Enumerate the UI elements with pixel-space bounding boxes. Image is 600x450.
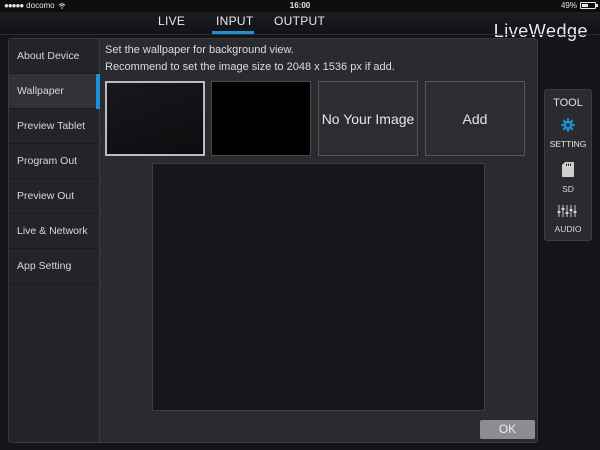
tab-live[interactable]: LIVE <box>158 14 185 28</box>
sidebar-item-about-device[interactable]: About Device <box>9 39 99 74</box>
sd-card-icon <box>562 162 574 177</box>
sidebar-item-label: Preview Out <box>17 190 75 202</box>
battery-percent: 49% <box>560 1 577 10</box>
audio-mixer-icon <box>557 205 577 217</box>
battery-icon <box>580 2 598 9</box>
settings-panel: About Device Wallpaper Preview Tablet Pr… <box>8 38 538 443</box>
ok-button[interactable]: OK <box>480 420 535 439</box>
tool-sd-button[interactable]: SD <box>545 162 591 194</box>
sidebar-item-label: About Device <box>17 50 80 62</box>
sidebar-item-label: Program Out <box>17 155 78 167</box>
wallpaper-description: Set the wallpaper for background view. <box>105 44 294 56</box>
tool-panel: TOOL SETTING SD AUDIO <box>544 89 592 241</box>
wallpaper-tile-no-image[interactable]: No Your Image <box>318 81 418 156</box>
tab-output[interactable]: OUTPUT <box>274 14 325 28</box>
tool-title: TOOL <box>553 97 583 109</box>
tool-audio-label: AUDIO <box>554 224 582 234</box>
status-bar: ●●●●● docomo 16:00 49% <box>0 0 600 12</box>
sidebar-item-program-out[interactable]: Program Out <box>9 144 99 179</box>
tool-sd-label: SD <box>562 184 574 194</box>
gear-icon <box>561 118 575 132</box>
status-right: 49% <box>560 1 598 10</box>
top-nav: LIVE INPUT OUTPUT LiveWedge <box>0 12 600 41</box>
selection-indicator <box>96 74 100 109</box>
sidebar-item-label: Live & Network <box>17 225 88 237</box>
sidebar-item-label: Wallpaper <box>17 85 64 97</box>
tile-label: Add <box>462 110 488 127</box>
sidebar: About Device Wallpaper Preview Tablet Pr… <box>9 39 100 442</box>
sidebar-item-preview-tablet[interactable]: Preview Tablet <box>9 109 99 144</box>
wallpaper-tile-dark-selected[interactable] <box>105 81 205 156</box>
tool-setting-label: SETTING <box>549 139 587 149</box>
wallpaper-preview <box>152 163 485 411</box>
tool-audio-button[interactable]: AUDIO <box>545 204 591 234</box>
nav-divider <box>0 34 600 35</box>
sidebar-item-live-network[interactable]: Live & Network <box>9 214 99 249</box>
wallpaper-recommendation: Recommend to set the image size to 2048 … <box>105 61 395 73</box>
tool-setting-button[interactable]: SETTING <box>545 118 591 149</box>
status-time: 16:00 <box>289 1 311 10</box>
sidebar-item-label: Preview Tablet <box>17 120 86 132</box>
sidebar-item-preview-out[interactable]: Preview Out <box>9 179 99 214</box>
sidebar-item-app-setting[interactable]: App Setting <box>9 249 99 284</box>
sidebar-item-label: App Setting <box>17 260 72 272</box>
sidebar-item-wallpaper[interactable]: Wallpaper <box>9 74 100 109</box>
tab-input[interactable]: INPUT <box>216 14 254 28</box>
wallpaper-content: Set the wallpaper for background view. R… <box>105 39 537 442</box>
wallpaper-tile-black[interactable] <box>211 81 311 156</box>
tile-label: No Your Image <box>321 110 415 127</box>
add-wallpaper-button[interactable]: Add <box>425 81 525 156</box>
